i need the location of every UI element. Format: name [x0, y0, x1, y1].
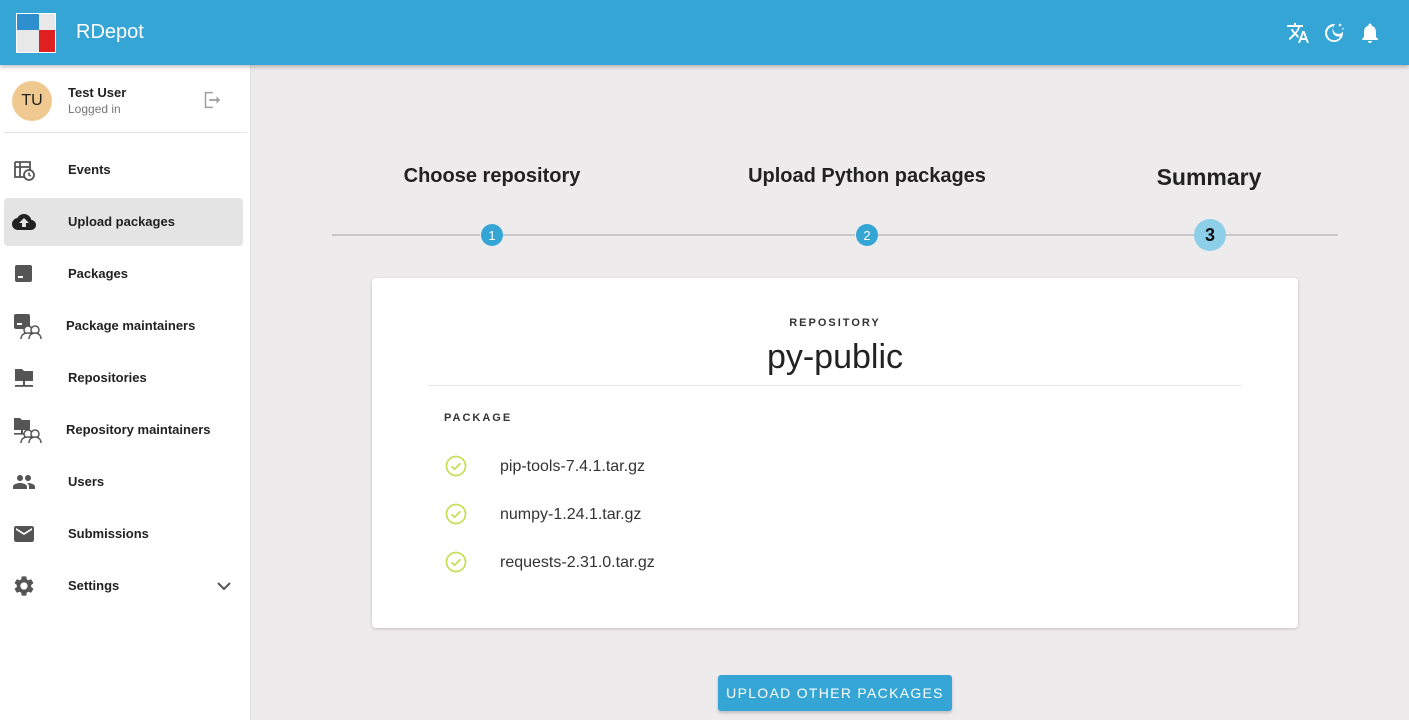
sidebar-item-label: Events [68, 162, 111, 177]
notifications-icon[interactable] [1358, 21, 1382, 45]
sidebar-item-label: Repository maintainers [66, 422, 211, 437]
user-profile: TU Test User Logged in [4, 65, 247, 133]
package-name: numpy-1.24.1.tar.gz [500, 506, 642, 523]
sidebar-item-packages[interactable]: Packages [4, 250, 243, 298]
repository-name: py-public [766, 338, 904, 376]
list-item: requests-2.31.0.tar.gz [444, 547, 1144, 577]
divider [428, 385, 1242, 386]
list-item: numpy-1.24.1.tar.gz [444, 499, 1144, 529]
sidebar-item-events[interactable]: Events [4, 146, 243, 194]
sidebar: TU Test User Logged in Events Upload pac… [0, 65, 251, 720]
sidebar-item-label: Repositories [68, 370, 147, 385]
rdepot-logo[interactable] [16, 13, 56, 53]
summary-card: REPOSITORY py-public PACKAGE pip-tools-7… [372, 278, 1298, 628]
sidebar-item-label: Users [68, 474, 105, 489]
sidebar-item-settings[interactable]: Settings [4, 562, 243, 610]
step-connector [1226, 234, 1338, 236]
sidebar-item-label: Packages [68, 266, 128, 281]
list-item: pip-tools-7.4.1.tar.gz [444, 451, 1144, 481]
sidebar-item-package-maintainers[interactable]: Package maintainers [4, 302, 243, 350]
dark-mode-icon[interactable] [1322, 21, 1346, 45]
repository-label: REPOSITORY [789, 317, 881, 329]
step-title-upload-python-packages: Upload Python packages [748, 165, 986, 187]
step-title-summary: Summary [1156, 164, 1262, 190]
repository-icon [15, 369, 33, 387]
upload-other-packages-button[interactable]: UPLOAD OTHER PACKAGES [718, 675, 952, 711]
check-circle-icon [445, 503, 467, 525]
step-title-choose-repository: Choose repository [403, 165, 581, 187]
mail-icon [14, 526, 34, 542]
chevron-down-icon[interactable] [212, 574, 236, 598]
top-app-bar: RDepot [0, 0, 1409, 65]
app-title: RDepot [76, 21, 144, 43]
sidebar-item-label: Submissions [68, 526, 149, 541]
sidebar-item-repositories[interactable]: Repositories [4, 354, 243, 402]
step-connector [332, 234, 480, 236]
check-circle-icon [445, 551, 467, 573]
users-icon [13, 475, 35, 489]
sidebar-item-label: Settings [68, 578, 120, 593]
check-circle-icon [445, 455, 467, 477]
step-connector [503, 234, 855, 236]
step-2-indicator[interactable]: 2 [856, 224, 878, 246]
step-3-indicator[interactable]: 3 [1194, 219, 1226, 251]
sidebar-item-label: Package maintainers [66, 318, 196, 333]
package-name: requests-2.31.0.tar.gz [500, 554, 655, 571]
repository-maintainers-icon [14, 418, 42, 444]
sidebar-item-label: Upload packages [68, 214, 175, 229]
package-label: PACKAGE [444, 412, 513, 424]
cloud-upload-icon [12, 214, 36, 230]
gear-icon [14, 576, 34, 596]
step-1-indicator[interactable]: 1 [481, 224, 503, 246]
avatar[interactable]: TU [12, 81, 52, 121]
package-maintainers-icon [14, 314, 42, 340]
user-name: Test User [68, 85, 127, 100]
translate-icon[interactable] [1286, 21, 1310, 45]
sidebar-item-users[interactable]: Users [4, 458, 243, 506]
events-icon [14, 161, 35, 181]
package-name: pip-tools-7.4.1.tar.gz [500, 458, 645, 475]
package-icon [15, 265, 32, 282]
logout-icon[interactable] [200, 89, 222, 111]
step-connector [878, 234, 1194, 236]
sidebar-item-repository-maintainers[interactable]: Repository maintainers [4, 406, 243, 454]
user-status: Logged in [68, 102, 121, 116]
sidebar-item-submissions[interactable]: Submissions [4, 510, 243, 558]
sidebar-item-upload-packages[interactable]: Upload packages [4, 198, 243, 246]
